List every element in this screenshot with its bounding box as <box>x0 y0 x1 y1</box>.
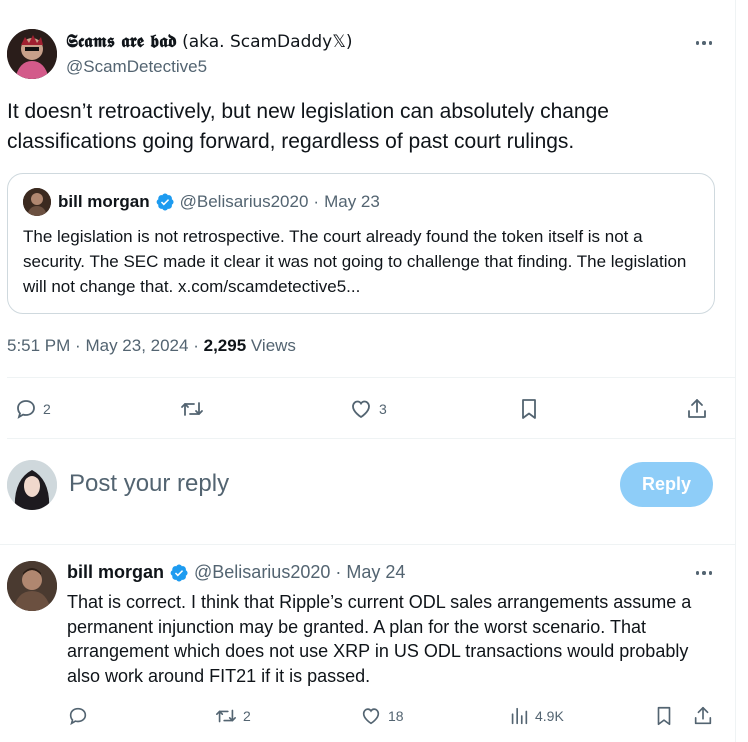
reply-action[interactable] <box>67 705 89 727</box>
heart-icon <box>352 400 370 419</box>
reply-author-handle[interactable]: @Belisarius2020 <box>194 562 330 583</box>
separator-dot: · <box>313 192 320 211</box>
views-label: Views <box>250 336 296 355</box>
heart-icon <box>362 708 380 725</box>
more-options-icon[interactable] <box>692 33 716 53</box>
reply-tweet-date[interactable]: May 24 <box>346 562 405 583</box>
analytics-icon <box>511 707 528 725</box>
reply-input[interactable]: Post your reply <box>69 470 229 498</box>
author-name[interactable]: 𝕾𝖈𝖆𝖒𝖘 𝖆𝖗𝖊 𝖇𝖆𝖉 (aka. ScamDaddy𝕏) <box>66 31 353 52</box>
bookmark-action[interactable] <box>653 705 675 727</box>
repost-icon <box>216 709 236 723</box>
share-action[interactable] <box>692 705 714 727</box>
repost-icon <box>181 402 203 416</box>
tweet-timestamp: 5:51 PM · May 23, 2024 · 2,295 Views <box>7 336 296 355</box>
quoted-author-handle: @Belisarius2020 <box>179 192 309 211</box>
more-options-icon[interactable] <box>692 563 716 583</box>
tweet-date[interactable]: May 23, 2024 <box>85 336 188 355</box>
tweet-thread: 𝕾𝖈𝖆𝖒𝖘 𝖆𝖗𝖊 𝖇𝖆𝖉 (aka. ScamDaddy𝕏) @ScamDet… <box>0 0 736 742</box>
share-icon <box>694 706 712 725</box>
views-action[interactable]: 4.9K <box>508 705 564 727</box>
share-action[interactable] <box>685 397 709 421</box>
reply-icon <box>69 707 87 726</box>
reply-tweet-header: bill morgan @Belisarius2020 · May 24 <box>67 562 405 583</box>
like-action[interactable]: 18 <box>359 705 404 727</box>
verified-badge-icon <box>170 564 188 581</box>
author-handle[interactable]: @ScamDetective5 <box>66 57 207 77</box>
quoted-author-name: bill morgan <box>58 192 150 211</box>
reply-button[interactable]: Reply <box>620 462 713 507</box>
quoted-author-avatar <box>23 188 51 216</box>
repost-action[interactable]: 2 <box>214 705 251 727</box>
bookmark-action[interactable] <box>517 397 541 421</box>
repost-action[interactable] <box>179 397 205 421</box>
current-user-avatar[interactable] <box>7 460 57 510</box>
share-icon <box>688 399 706 418</box>
quoted-tweet-card[interactable]: bill morgan @Belisarius2020 · May 23 The… <box>7 173 715 314</box>
views-count: 2,295 <box>203 336 247 355</box>
like-action[interactable]: 3 <box>348 397 387 421</box>
tweet-time[interactable]: 5:51 PM <box>7 336 70 355</box>
quoted-tweet-text: The legislation is not retrospective. Th… <box>23 227 687 296</box>
tweet-text: It doesn’t retroactively, but new legisl… <box>7 100 609 153</box>
divider <box>7 377 736 378</box>
bookmark-icon <box>657 706 671 726</box>
reply-icon <box>17 400 35 419</box>
separator-dot: · <box>335 562 342 582</box>
author-avatar[interactable] <box>7 29 57 79</box>
reply-tweet-text: That is correct. I think that Ripple’s c… <box>67 592 692 686</box>
quoted-tweet-date: May 23 <box>324 192 380 211</box>
quoted-tweet-header: bill morgan @Belisarius2020 · May 23 <box>58 192 380 212</box>
bookmark-icon <box>522 399 536 419</box>
reply-author-name[interactable]: bill morgan <box>67 562 164 583</box>
reply-action[interactable]: 2 <box>14 397 51 421</box>
reply-author-avatar[interactable] <box>7 561 57 611</box>
divider <box>0 544 736 545</box>
verified-badge-icon <box>156 193 174 211</box>
divider <box>7 438 736 439</box>
